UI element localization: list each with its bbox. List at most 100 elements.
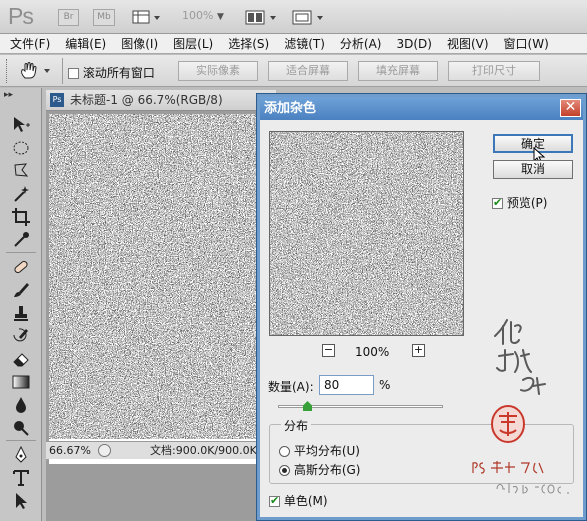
crop-tool[interactable] <box>10 206 32 228</box>
monochromatic-option[interactable]: ✔ 单色(M) <box>269 492 328 509</box>
zoom-percent[interactable]: 66.67% <box>49 442 91 459</box>
healing-brush-tool[interactable] <box>10 256 32 278</box>
menu-edit[interactable]: 编辑(E) <box>55 35 111 52</box>
document-title: 未标题-1 @ 66.7%(RGB/8) <box>70 93 223 107</box>
zoom-out-button[interactable]: − <box>322 344 335 357</box>
document-status-bar: 66.67% 文档:900.0K/900.0K <box>46 441 276 459</box>
lasso-tool[interactable] <box>10 160 32 182</box>
blur-tool[interactable] <box>10 394 32 416</box>
cancel-button[interactable]: 取消 <box>493 160 573 179</box>
menu-analysis[interactable]: 分析(A) <box>330 35 387 52</box>
actual-pixels-button[interactable]: 实际像素 <box>178 61 258 81</box>
preview-area[interactable] <box>269 131 464 336</box>
amount-unit: % <box>379 378 391 392</box>
amount-slider-thumb[interactable] <box>303 401 312 411</box>
quick-selection-tool[interactable] <box>10 183 32 205</box>
bandage-icon <box>14 260 28 274</box>
arrow-icon <box>16 493 27 509</box>
menu-file[interactable]: 文件(F) <box>0 35 55 52</box>
view-extras-menu[interactable] <box>132 9 162 29</box>
menu-filter[interactable]: 滤镜(T) <box>274 35 330 52</box>
gradient-tool[interactable] <box>10 371 32 393</box>
fit-screen-button[interactable]: 适合屏幕 <box>268 61 348 81</box>
pen-tool[interactable] <box>10 444 32 466</box>
launch-mini-bridge-button[interactable]: Mb <box>93 9 115 26</box>
options-divider <box>62 58 63 84</box>
gaussian-radio[interactable] <box>279 465 290 476</box>
amount-label: 数量(A): <box>268 380 314 394</box>
screen-mode-icon <box>292 10 323 25</box>
document-canvas[interactable] <box>49 114 269 464</box>
add-noise-dialog: 添加杂色 ✕ 确定 取消 ✔ 预览(P) − 100% + 数量(A): 80 … <box>256 93 587 521</box>
calligraphy-strokes <box>494 319 546 395</box>
brush-tool[interactable] <box>10 279 32 301</box>
amount-slider-track[interactable] <box>278 405 443 408</box>
scroll-all-windows-option[interactable]: 滚动所有窗口 <box>68 64 155 81</box>
eraser-icon <box>13 353 29 367</box>
hand-tool-preset-picker[interactable] <box>18 61 56 84</box>
options-grip[interactable] <box>6 59 9 83</box>
tools-panel: ▸▸ <box>0 88 42 521</box>
red-seal-stamp <box>489 404 527 447</box>
preview-label: 预览(P) <box>506 196 548 210</box>
monochromatic-checkbox[interactable]: ✔ <box>269 494 280 507</box>
distribution-title: 分布 <box>281 417 312 434</box>
launch-bridge-button[interactable]: Br <box>58 9 79 26</box>
dialog-title-bar[interactable]: 添加杂色 <box>260 97 583 120</box>
marquee-tool[interactable] <box>10 137 32 159</box>
photoshop-logo: Ps <box>8 3 34 29</box>
pen-icon <box>15 445 27 463</box>
fill-screen-button[interactable]: 填充屏幕 <box>358 61 438 81</box>
application-bar: Ps Br Mb 100% ▼ <box>0 0 587 34</box>
uniform-radio[interactable] <box>279 446 290 457</box>
document-tab[interactable]: Ps 未标题-1 @ 66.7%(RGB/8) <box>46 90 276 111</box>
eraser-tool[interactable] <box>10 348 32 370</box>
monochromatic-label: 单色(M) <box>283 494 328 508</box>
blur-drop-icon <box>16 397 26 413</box>
arrange-documents-menu[interactable] <box>245 9 279 29</box>
preview-zoom-label: 100% <box>355 345 390 359</box>
zoom-level-field[interactable]: 100% ▼ <box>182 9 224 22</box>
type-tool[interactable] <box>10 467 32 489</box>
eyedropper-tool[interactable] <box>10 229 32 251</box>
tool-divider <box>6 252 36 253</box>
brush-icon <box>14 283 29 297</box>
menu-window[interactable]: 窗口(W) <box>494 35 554 52</box>
dodge-tool[interactable] <box>10 417 32 439</box>
ps-tutorial-watermark-text <box>472 461 569 494</box>
gaussian-option[interactable]: 高斯分布(G) <box>279 461 361 478</box>
zoom-in-button[interactable]: + <box>412 344 425 357</box>
menu-layer[interactable]: 图层(L) <box>163 35 218 52</box>
scroll-all-windows-checkbox[interactable] <box>68 68 79 79</box>
checkmark-icon: ✔ <box>493 196 503 209</box>
menu-image[interactable]: 图像(I) <box>111 35 163 52</box>
uniform-option[interactable]: 平均分布(U) <box>279 442 360 459</box>
view-extras-icon <box>132 10 160 24</box>
move-tool[interactable] <box>10 114 32 136</box>
menu-bar: 文件(F) 编辑(E) 图像(I) 图层(L) 选择(S) 滤镜(T) 分析(A… <box>0 34 587 54</box>
menu-3d[interactable]: 3D(D) <box>386 37 436 51</box>
history-brush-icon <box>13 328 28 342</box>
zoom-level-value: 100% <box>182 9 214 22</box>
gradient-icon <box>12 375 30 389</box>
status-menu-icon[interactable] <box>98 444 111 457</box>
close-button[interactable]: ✕ <box>560 99 581 117</box>
print-size-button[interactable]: 打印尺寸 <box>448 61 540 81</box>
amount-input[interactable]: 80 <box>319 375 374 395</box>
preview-option[interactable]: ✔ 预览(P) <box>492 194 547 211</box>
noise-canvas <box>49 114 269 439</box>
collapse-panel-icon[interactable]: ▸▸ <box>4 90 13 100</box>
minus-icon: − <box>323 343 334 356</box>
polygonal-lasso-icon <box>14 163 29 177</box>
history-brush-tool[interactable] <box>10 325 32 347</box>
close-icon: ✕ <box>564 99 577 115</box>
preview-checkbox[interactable]: ✔ <box>492 196 503 209</box>
gaussian-label: 高斯分布(G) <box>293 463 361 477</box>
plus-icon: + <box>413 343 424 356</box>
clone-stamp-tool[interactable] <box>10 302 32 324</box>
menu-view[interactable]: 视图(V) <box>437 35 494 52</box>
screen-mode-menu[interactable] <box>292 9 326 29</box>
path-selection-tool[interactable] <box>10 490 32 512</box>
menu-select[interactable]: 选择(S) <box>218 35 274 52</box>
eyedropper-icon <box>14 232 29 247</box>
